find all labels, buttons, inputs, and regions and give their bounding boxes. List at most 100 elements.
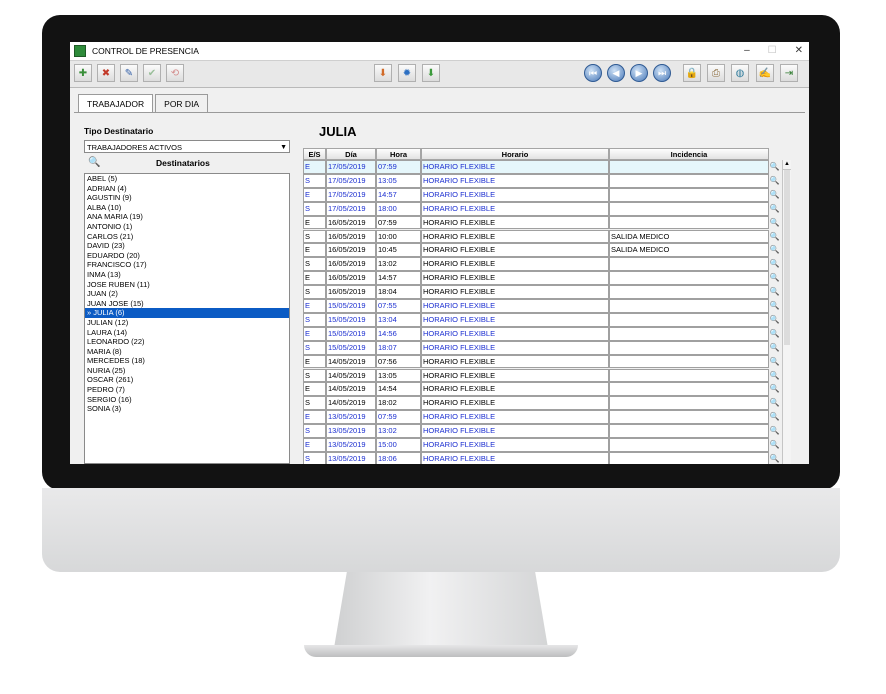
cell-inc[interactable] — [609, 271, 769, 286]
cell-inc[interactable] — [609, 312, 769, 327]
list-item[interactable]: LEONARDO (22) — [85, 337, 289, 347]
cell-dia[interactable]: 14/05/2019 — [326, 368, 376, 383]
table-row[interactable]: E 13/05/2019 15:00 HORARIO FLEXIBLE 🔍 — [303, 438, 782, 452]
list-item[interactable]: » JULIA (6) — [85, 308, 289, 318]
cell-horario[interactable]: HORARIO FLEXIBLE — [421, 160, 609, 174]
header-dia[interactable]: Día — [326, 148, 376, 160]
minimize-button[interactable]: – — [744, 45, 750, 56]
cell-es[interactable]: E — [303, 354, 326, 369]
dropdown-arrow-icon[interactable]: ▼ — [280, 141, 287, 154]
cell-horario[interactable]: HORARIO FLEXIBLE — [421, 271, 609, 286]
list-item[interactable]: ANTONIO (1) — [85, 222, 289, 232]
cell-hora[interactable]: 10:45 — [376, 243, 421, 258]
maximize-button[interactable]: ☐ — [768, 45, 777, 56]
list-item[interactable]: JULIAN (12) — [85, 318, 289, 328]
list-item[interactable]: MERCEDES (18) — [85, 356, 289, 366]
edit-icon[interactable]: ✎ — [120, 64, 138, 82]
cell-horario[interactable]: HORARIO FLEXIBLE — [421, 326, 609, 341]
table-row[interactable]: S 14/05/2019 18:02 HORARIO FLEXIBLE 🔍 — [303, 396, 782, 411]
row-search-icon[interactable]: 🔍 — [769, 425, 780, 436]
close-button[interactable]: ✕ — [795, 45, 803, 56]
header-incidencia[interactable]: Incidencia — [609, 148, 769, 160]
cell-es[interactable]: S — [303, 229, 326, 244]
cell-inc[interactable] — [609, 340, 769, 355]
table-row[interactable]: E 16/05/2019 10:45 HORARIO FLEXIBLE SALIDA M… — [303, 243, 782, 258]
cell-inc[interactable] — [609, 160, 769, 174]
cell-inc[interactable] — [609, 424, 769, 438]
list-item[interactable]: JUAN JOSE (15) — [85, 299, 289, 309]
cell-hora[interactable]: 18:00 — [376, 201, 421, 216]
exit-icon[interactable]: ⇥ — [780, 64, 798, 82]
table-row[interactable]: S 15/05/2019 13:04 HORARIO FLEXIBLE 🔍 — [303, 312, 782, 327]
accept-icon[interactable]: ✔ — [143, 64, 161, 82]
export-icon[interactable]: ⬇ — [422, 64, 440, 82]
globe-icon[interactable]: ◍ — [731, 64, 749, 82]
cell-horario[interactable]: HORARIO FLEXIBLE — [421, 368, 609, 383]
table-row[interactable]: E 17/05/2019 14:57 HORARIO FLEXIBLE 🔍 — [303, 187, 782, 202]
cell-horario[interactable]: HORARIO FLEXIBLE — [421, 173, 609, 188]
cell-inc[interactable] — [609, 438, 769, 452]
tab-trabajador[interactable]: TRABAJADOR — [78, 94, 154, 113]
cancel-icon[interactable]: ⟲ — [166, 64, 184, 82]
table-row[interactable]: E 14/05/2019 07:56 HORARIO FLEXIBLE 🔍 — [303, 354, 782, 369]
table-row[interactable]: E 16/05/2019 07:59 HORARIO FLEXIBLE 🔍 — [303, 215, 782, 230]
table-row[interactable]: E 15/05/2019 14:56 HORARIO FLEXIBLE 🔍 — [303, 326, 782, 341]
cell-es[interactable]: S — [303, 285, 326, 299]
cell-horario[interactable]: HORARIO FLEXIBLE — [421, 354, 609, 369]
table-row[interactable]: E 14/05/2019 14:54 HORARIO FLEXIBLE 🔍 — [303, 382, 782, 397]
row-search-icon[interactable]: 🔍 — [769, 411, 780, 422]
cell-es[interactable]: E — [303, 299, 326, 313]
cell-hora[interactable]: 15:00 — [376, 438, 421, 452]
list-item[interactable]: ANA MARIA (19) — [85, 212, 289, 222]
row-search-icon[interactable]: 🔍 — [769, 342, 780, 353]
cell-hora[interactable]: 07:59 — [376, 410, 421, 425]
cell-es[interactable]: E — [303, 215, 326, 230]
cell-dia[interactable]: 14/05/2019 — [326, 354, 376, 369]
cell-horario[interactable]: HORARIO FLEXIBLE — [421, 451, 609, 464]
cell-hora[interactable]: 13:05 — [376, 368, 421, 383]
cell-es[interactable]: S — [303, 368, 326, 383]
settings-icon[interactable]: ✹ — [398, 64, 416, 82]
row-search-icon[interactable]: 🔍 — [769, 370, 780, 381]
row-search-icon[interactable]: 🔍 — [769, 272, 780, 283]
notes-icon[interactable]: ✍ — [756, 64, 774, 82]
cell-horario[interactable]: HORARIO FLEXIBLE — [421, 410, 609, 425]
row-search-icon[interactable]: 🔍 — [769, 453, 780, 464]
list-item[interactable]: DAVID (23) — [85, 241, 289, 251]
cell-hora[interactable]: 13:05 — [376, 173, 421, 188]
row-search-icon[interactable]: 🔍 — [769, 217, 780, 228]
cell-hora[interactable]: 18:02 — [376, 396, 421, 411]
cell-es[interactable]: E — [303, 382, 326, 397]
row-search-icon[interactable]: 🔍 — [769, 203, 780, 214]
header-horario[interactable]: Horario — [421, 148, 609, 160]
cell-hora[interactable]: 13:04 — [376, 312, 421, 327]
table-row[interactable]: S 13/05/2019 13:02 HORARIO FLEXIBLE 🔍 — [303, 424, 782, 438]
cell-horario[interactable]: HORARIO FLEXIBLE — [421, 229, 609, 244]
cell-hora[interactable]: 13:02 — [376, 424, 421, 438]
cell-dia[interactable]: 17/05/2019 — [326, 160, 376, 174]
list-item[interactable]: AGUSTIN (9) — [85, 193, 289, 203]
cell-hora[interactable]: 18:06 — [376, 451, 421, 464]
cell-horario[interactable]: HORARIO FLEXIBLE — [421, 285, 609, 299]
grid-scrollbar[interactable]: ▲ — [782, 160, 791, 464]
first-icon[interactable]: ⏮ — [584, 64, 602, 82]
cell-inc[interactable]: SALIDA MEDICO — [609, 243, 769, 258]
cell-horario[interactable]: HORARIO FLEXIBLE — [421, 312, 609, 327]
cell-dia[interactable]: 16/05/2019 — [326, 215, 376, 230]
table-row[interactable]: S 15/05/2019 18:07 HORARIO FLEXIBLE 🔍 — [303, 340, 782, 355]
cell-dia[interactable]: 16/05/2019 — [326, 243, 376, 258]
cell-hora[interactable]: 07:55 — [376, 299, 421, 313]
cell-inc[interactable] — [609, 410, 769, 425]
cell-inc[interactable] — [609, 285, 769, 299]
search-icon[interactable]: 🔍 — [88, 156, 102, 170]
list-item[interactable]: LAURA (14) — [85, 328, 289, 338]
cell-inc[interactable] — [609, 201, 769, 216]
cell-dia[interactable]: 13/05/2019 — [326, 438, 376, 452]
list-item[interactable]: OSCAR (261) — [85, 375, 289, 385]
cell-hora[interactable]: 14:54 — [376, 382, 421, 397]
scroll-up-icon[interactable]: ▲ — [783, 160, 791, 170]
cell-es[interactable]: S — [303, 424, 326, 438]
cell-horario[interactable]: HORARIO FLEXIBLE — [421, 438, 609, 452]
cell-dia[interactable]: 15/05/2019 — [326, 340, 376, 355]
list-item[interactable]: FRANCISCO (17) — [85, 260, 289, 270]
